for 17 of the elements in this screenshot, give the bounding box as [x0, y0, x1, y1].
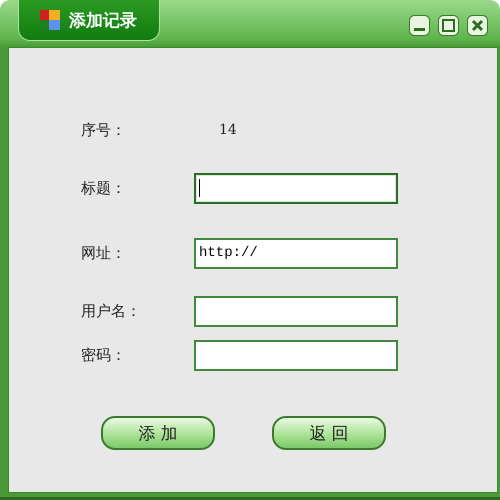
app-icon [39, 9, 61, 31]
input-field[interactable] [194, 172, 398, 204]
field-value: 14 [219, 122, 237, 138]
field-label: 标题： [81, 178, 127, 198]
field-label: 用户名： [81, 302, 142, 320]
window-title: 添加记录 [69, 10, 137, 32]
add-button[interactable]: 添 加 [101, 416, 215, 450]
minimize-icon[interactable] [409, 15, 430, 36]
field-label: 网址： [81, 244, 127, 262]
field-label: 序号： [81, 120, 127, 140]
close-icon[interactable] [467, 15, 488, 36]
input-field[interactable] [194, 340, 398, 370]
input-field[interactable]: http:// [194, 238, 398, 268]
back-button[interactable]: 返 回 [272, 416, 386, 450]
input-field[interactable] [194, 296, 398, 326]
field-label: 密码： [81, 346, 127, 364]
maximize-icon[interactable] [438, 15, 459, 36]
